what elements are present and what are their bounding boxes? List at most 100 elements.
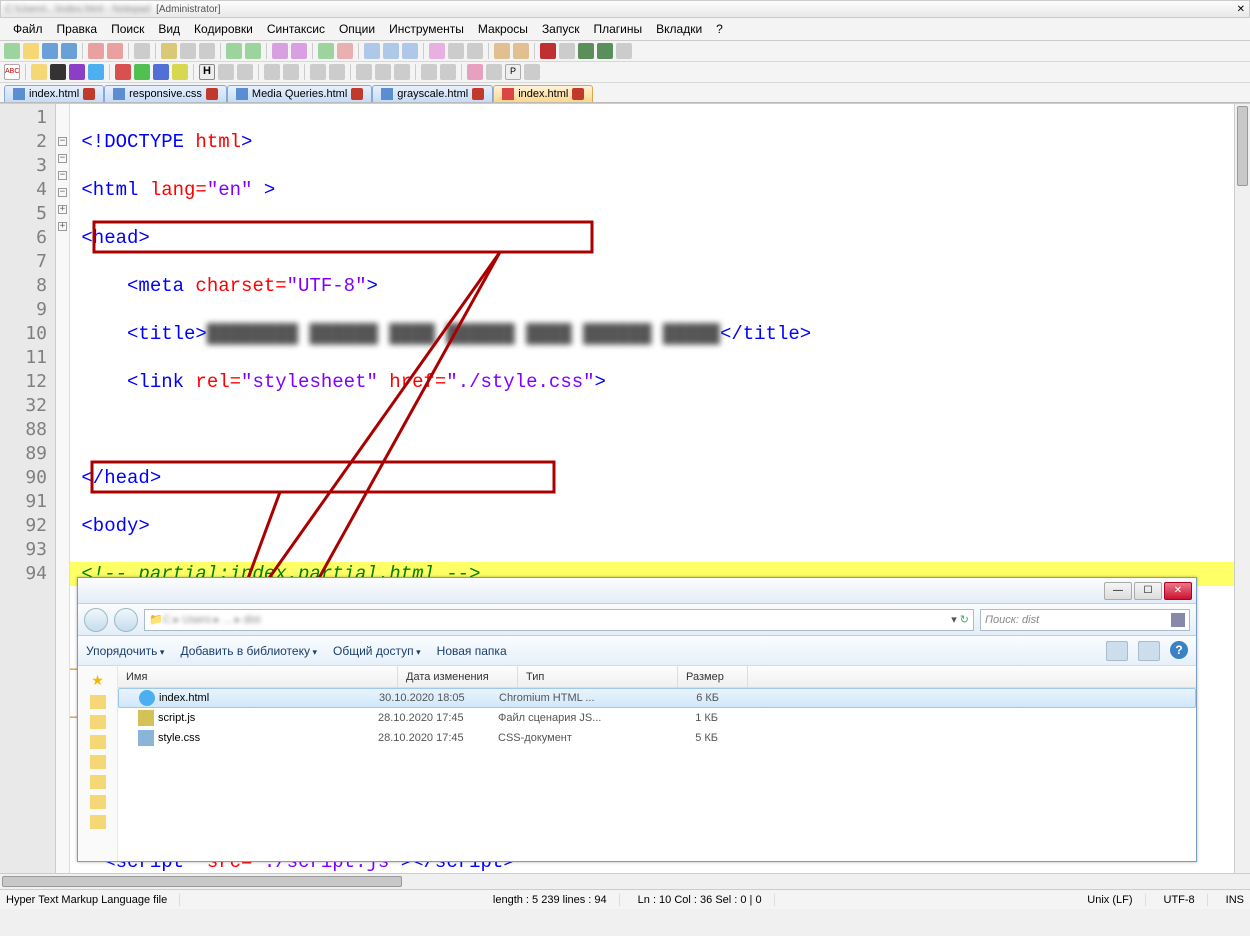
folder-icon[interactable] xyxy=(90,695,106,709)
dark-icon[interactable] xyxy=(50,64,66,80)
organize-button[interactable]: Упорядочить xyxy=(86,644,164,658)
replace-icon[interactable] xyxy=(291,43,307,59)
stop-rec-icon[interactable] xyxy=(559,43,575,59)
new-folder-button[interactable]: Новая папка xyxy=(437,644,507,658)
tab-grayscale[interactable]: grayscale.html xyxy=(372,85,493,102)
add-library-button[interactable]: Добавить в библиотеку xyxy=(180,644,317,658)
file-row[interactable]: script.js 28.10.2020 17:45 Файл сценария… xyxy=(118,708,1196,728)
fast-play-icon[interactable] xyxy=(597,43,613,59)
fold-gutter[interactable]: −−−−++ xyxy=(56,104,70,873)
save-all-icon[interactable] xyxy=(61,43,77,59)
menu-run[interactable]: Запуск xyxy=(535,20,587,38)
outdent-icon[interactable] xyxy=(440,64,456,80)
puzzle-icon[interactable] xyxy=(88,64,104,80)
explorer-file-list[interactable]: Имя Дата изменения Тип Размер index.html… xyxy=(118,666,1196,861)
inc-icon[interactable] xyxy=(264,64,280,80)
play-rec-icon[interactable] xyxy=(578,43,594,59)
menu-tabs[interactable]: Вкладки xyxy=(649,20,709,38)
copy-path-icon[interactable] xyxy=(524,64,540,80)
folder-icon[interactable] xyxy=(90,815,106,829)
folder-icon[interactable] xyxy=(90,715,106,729)
view-mode-icon[interactable] xyxy=(1106,641,1128,661)
open-file-icon[interactable] xyxy=(23,43,39,59)
close-icon[interactable]: ✕ xyxy=(1237,4,1245,15)
horizontal-scrollbar[interactable] xyxy=(0,873,1250,889)
copy-icon[interactable] xyxy=(180,43,196,59)
vertical-scrollbar[interactable] xyxy=(1234,104,1250,873)
color-picker-icon[interactable] xyxy=(486,64,502,80)
align-center-icon[interactable] xyxy=(375,64,391,80)
share-button[interactable]: Общий доступ xyxy=(333,644,421,658)
redo-icon[interactable] xyxy=(245,43,261,59)
nav-forward-icon[interactable] xyxy=(114,608,138,632)
purple-icon[interactable] xyxy=(69,64,85,80)
font-blue-icon[interactable] xyxy=(153,64,169,80)
close-file-icon[interactable] xyxy=(88,43,104,59)
save-rec-icon[interactable] xyxy=(616,43,632,59)
align-left-icon[interactable] xyxy=(356,64,372,80)
help-icon[interactable]: ? xyxy=(1170,641,1188,659)
run-icon[interactable] xyxy=(494,43,510,59)
folder-icon[interactable] xyxy=(90,775,106,789)
zoom-out-icon[interactable] xyxy=(337,43,353,59)
nav-back-icon[interactable] xyxy=(84,608,108,632)
font-red-icon[interactable] xyxy=(115,64,131,80)
sort-asc-icon[interactable] xyxy=(310,64,326,80)
sort-desc-icon[interactable] xyxy=(329,64,345,80)
menu-search[interactable]: Поиск xyxy=(104,20,151,38)
close-button[interactable]: ✕ xyxy=(1164,582,1192,600)
zoom-in-icon[interactable] xyxy=(318,43,334,59)
menu-tools[interactable]: Инструменты xyxy=(382,20,471,38)
folder-icon[interactable] xyxy=(90,795,106,809)
heart-icon[interactable] xyxy=(467,64,483,80)
tab-index-1[interactable]: index.html xyxy=(4,85,104,102)
column-headers[interactable]: Имя Дата изменения Тип Размер xyxy=(118,666,1196,688)
minimize-button[interactable]: — xyxy=(1104,582,1132,600)
font-yellow-icon[interactable] xyxy=(172,64,188,80)
file-row[interactable]: index.html 30.10.2020 18:05 Chromium HTM… xyxy=(118,688,1196,708)
explorer-sidebar[interactable]: ★ xyxy=(78,666,118,861)
maximize-button[interactable]: ☐ xyxy=(1134,582,1162,600)
address-bar[interactable]: 📁 C ▸ Users ▸ ... ▸ dist▾ ↻ xyxy=(144,609,974,631)
tab-responsive[interactable]: responsive.css xyxy=(104,85,227,102)
new-file-icon[interactable] xyxy=(4,43,20,59)
save-icon[interactable] xyxy=(42,43,58,59)
favorites-icon[interactable]: ★ xyxy=(81,672,114,689)
folder-icon[interactable] xyxy=(90,735,106,749)
close-all-icon[interactable] xyxy=(107,43,123,59)
folder-icon[interactable] xyxy=(90,755,106,769)
wordwrap-icon[interactable] xyxy=(364,43,380,59)
menu-file[interactable]: Файл xyxy=(6,20,50,38)
menu-options[interactable]: Опции xyxy=(332,20,382,38)
indent-guide-icon[interactable] xyxy=(402,43,418,59)
tab-index-active[interactable]: index.html xyxy=(493,85,593,102)
plugin-icon[interactable] xyxy=(513,43,529,59)
menu-plugins[interactable]: Плагины xyxy=(586,20,649,38)
menu-view[interactable]: Вид xyxy=(151,20,187,38)
cut-icon[interactable] xyxy=(161,43,177,59)
rec-icon[interactable] xyxy=(540,43,556,59)
file-row[interactable]: style.css 28.10.2020 17:45 CSS-документ … xyxy=(118,728,1196,748)
menu-encoding[interactable]: Кодировки xyxy=(187,20,260,38)
font-green-icon[interactable] xyxy=(134,64,150,80)
undo-icon[interactable] xyxy=(226,43,242,59)
indent-icon[interactable] xyxy=(421,64,437,80)
tbl-icon[interactable] xyxy=(237,64,253,80)
file-explorer-window[interactable]: — ☐ ✕ 📁 C ▸ Users ▸ ... ▸ dist▾ ↻ Поиск:… xyxy=(77,577,1197,862)
tab-media-queries[interactable]: Media Queries.html xyxy=(227,85,372,102)
find-icon[interactable] xyxy=(272,43,288,59)
menu-syntax[interactable]: Синтаксис xyxy=(260,20,332,38)
menu-macros[interactable]: Макросы xyxy=(471,20,535,38)
dec-icon[interactable] xyxy=(283,64,299,80)
macro-play-icon[interactable] xyxy=(448,43,464,59)
menu-help[interactable]: ? xyxy=(709,20,730,38)
explorer-search[interactable]: Поиск: dist xyxy=(980,609,1190,631)
paste-icon[interactable] xyxy=(199,43,215,59)
preview-pane-icon[interactable] xyxy=(1138,641,1160,661)
macro-stop-icon[interactable] xyxy=(467,43,483,59)
menu-edit[interactable]: Правка xyxy=(50,20,105,38)
show-symbols-icon[interactable] xyxy=(383,43,399,59)
align-right-icon[interactable] xyxy=(394,64,410,80)
js-icon[interactable] xyxy=(31,64,47,80)
print-icon[interactable] xyxy=(134,43,150,59)
